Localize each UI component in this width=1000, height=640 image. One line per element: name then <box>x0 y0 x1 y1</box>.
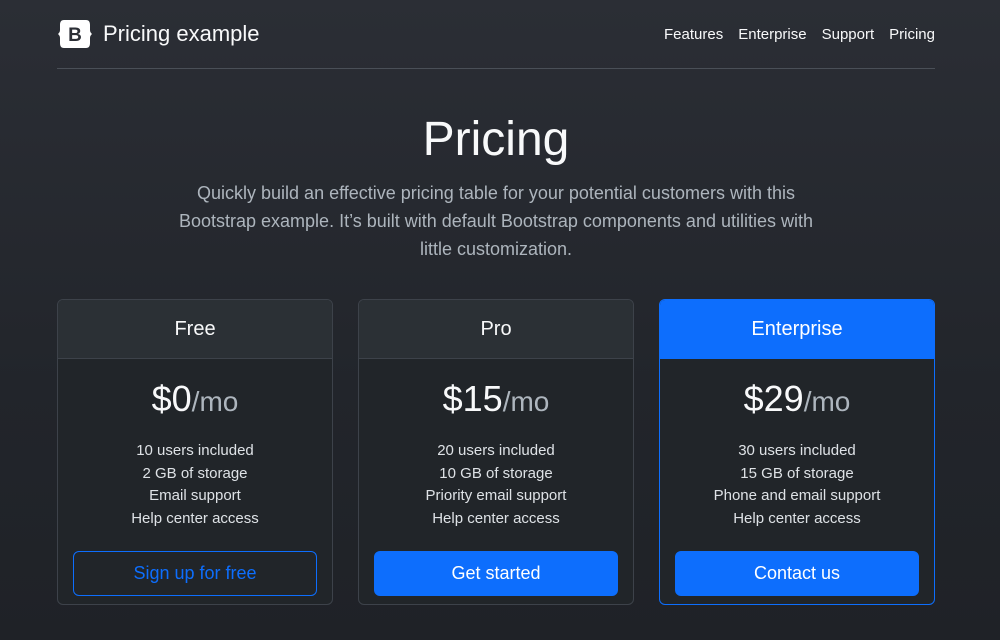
plan-features: 10 users included 2 GB of storage Email … <box>73 440 317 530</box>
feature-item: 10 users included <box>136 442 254 459</box>
plan-features: 30 users included 15 GB of storage Phone… <box>675 440 919 530</box>
nav-link-features[interactable]: Features <box>664 26 723 43</box>
plan-card-enterprise: Enterprise $29/mo 30 users included 15 G… <box>659 299 935 605</box>
pricing-hero: Pricing Quickly build an effective prici… <box>57 111 935 263</box>
price-amount: $29 <box>743 378 804 419</box>
sign-up-free-button[interactable]: Sign up for free <box>73 551 317 596</box>
plan-name: Free <box>58 300 332 359</box>
feature-item: 2 GB of storage <box>142 464 248 482</box>
feature-item: 15 GB of storage <box>740 464 854 482</box>
nav-link-enterprise[interactable]: Enterprise <box>738 26 806 43</box>
plan-name: Pro <box>359 300 633 359</box>
brand-link[interactable]: B Pricing example <box>57 18 260 50</box>
feature-item: Help center access <box>131 509 259 527</box>
price-period: /mo <box>803 386 851 417</box>
svg-text:B: B <box>68 25 82 46</box>
price-amount: $15 <box>442 378 503 419</box>
feature-item: Help center access <box>733 509 861 527</box>
nav-link-support[interactable]: Support <box>822 26 875 43</box>
plan-name: Enterprise <box>660 300 934 359</box>
site-header: B Pricing example Features Enterprise Su… <box>57 0 935 69</box>
feature-item: Phone and email support <box>713 487 881 504</box>
nav-link-pricing[interactable]: Pricing <box>889 26 935 43</box>
plan-price: $29/mo <box>675 377 919 424</box>
brand-name: Pricing example <box>103 21 260 46</box>
page-lead: Quickly build an effective pricing table… <box>178 182 813 259</box>
feature-item: Email support <box>149 487 241 504</box>
page-container: B Pricing example Features Enterprise Su… <box>57 0 935 605</box>
bootstrap-logo-icon: B <box>58 20 92 48</box>
feature-item: 10 GB of storage <box>439 464 553 482</box>
page-title: Pricing <box>422 113 570 166</box>
get-started-button[interactable]: Get started <box>374 551 618 596</box>
feature-item: 30 users included <box>738 442 856 459</box>
feature-item: 20 users included <box>437 442 555 459</box>
plan-price: $15/mo <box>374 377 618 424</box>
feature-item: Help center access <box>432 509 560 527</box>
contact-us-button[interactable]: Contact us <box>675 551 919 596</box>
main-nav: Features Enterprise Support Pricing <box>664 26 935 43</box>
plan-features: 20 users included 10 GB of storage Prior… <box>374 440 618 530</box>
price-amount: $0 <box>151 378 192 419</box>
price-period: /mo <box>191 386 239 417</box>
plan-card-pro: Pro $15/mo 20 users included 10 GB of st… <box>358 299 634 605</box>
pricing-cards: Free $0/mo 10 users included 2 GB of sto… <box>57 299 935 605</box>
price-period: /mo <box>502 386 550 417</box>
feature-item: Priority email support <box>425 487 567 504</box>
plan-price: $0/mo <box>73 377 317 424</box>
plan-card-free: Free $0/mo 10 users included 2 GB of sto… <box>57 299 333 605</box>
